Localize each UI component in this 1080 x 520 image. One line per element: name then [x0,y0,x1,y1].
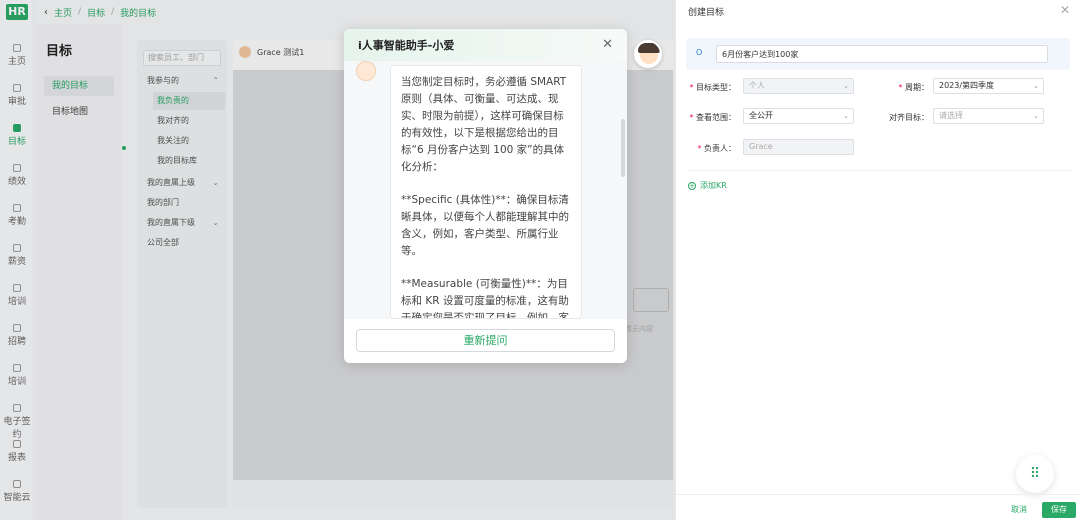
add-kr-button[interactable]: + 添加KR [688,180,727,191]
avatar-hair [638,43,660,53]
message-paragraph: **Specific (具体性)**：确保目标清晰具体，以便每个人都能理解其中的… [401,194,569,257]
assistant-avatar-icon [356,61,376,81]
close-icon[interactable]: ✕ [602,37,613,52]
objective-tag: O [696,48,703,57]
align-select[interactable]: 请选择 ⌄ [933,108,1044,124]
goal-type-value: 个人 [749,81,765,90]
goal-type-select[interactable]: 个人 ⌄ [743,78,854,94]
chevron-down-icon: ⌄ [1033,112,1039,120]
modal-header: i人事智能助手-小爱 ✕ [344,29,627,61]
period-value: 2023/第四季度 [939,81,995,90]
ask-again-button[interactable]: 重新提问 [356,329,615,352]
message-paragraph: **Measurable (可衡量性)**：为目标和 KR 设置可度量的标准，这… [401,278,569,319]
goal-type-label: * 目标类型： [689,83,736,92]
align-label: 对齐目标： [869,112,929,123]
close-icon[interactable]: ✕ [1060,3,1070,17]
goal-type-label-text: 目标类型： [696,83,736,92]
chevron-down-icon: ⌄ [843,112,849,120]
plus-circle-icon: + [688,182,696,190]
owner-label-text: 负责人： [704,144,736,153]
objective-row: O [686,38,1070,70]
modal-body: 当您制定目标时，务必遵循 SMART 原则（具体、可衡量、可达成、现实、时限为前… [344,61,627,319]
add-kr-label: 添加KR [700,181,727,190]
chevron-down-icon: ⌄ [843,82,849,90]
scrollbar[interactable] [621,119,625,177]
drawer-title: 创建目标 [688,8,725,18]
align-placeholder: 请选择 [939,111,963,120]
period-label-text: 周期： [905,83,929,92]
scope-label: * 查看范围： [689,113,736,122]
period-select[interactable]: 2023/第四季度 ⌄ [933,78,1044,94]
create-goal-drawer: 创建目标 ✕ O * 目标类型： 个人 ⌄ * 周期： 2023/第四季度 ⌄ * … [675,0,1080,520]
modal-footer: 重新提问 [344,319,627,363]
assistant-message: 当您制定目标时，务必遵循 SMART 原则（具体、可衡量、可达成、现实、时限为前… [390,65,582,319]
period-label: * 周期： [898,83,929,92]
chevron-down-icon: ⌄ [1033,82,1039,90]
align-label-text: 对齐目标： [889,113,929,122]
owner-value: Grace [749,142,773,151]
cancel-button[interactable]: 取消 [1006,502,1032,518]
divider [688,170,1072,171]
scope-label-text: 查看范围： [696,113,736,122]
ai-assistant-modal: i人事智能助手-小爱 ✕ 当您制定目标时，务必遵循 SMART 原则（具体、可衡… [344,29,627,363]
owner-label: * 负责人： [697,144,736,153]
scope-value: 全公开 [749,111,773,120]
footer-divider [676,494,1080,495]
assistant-launcher-avatar[interactable] [634,40,662,68]
apps-grid-icon[interactable]: ⠿ [1016,455,1054,493]
scope-select[interactable]: 全公开 ⌄ [743,108,854,124]
objective-input[interactable] [716,45,1048,63]
owner-select[interactable]: Grace [743,139,854,155]
message-paragraph: 当您制定目标时，务必遵循 SMART 原则（具体、可衡量、可达成、现实、时限为前… [401,76,567,173]
modal-title: i人事智能助手-小爱 [358,39,455,52]
save-button[interactable]: 保存 [1042,502,1076,518]
